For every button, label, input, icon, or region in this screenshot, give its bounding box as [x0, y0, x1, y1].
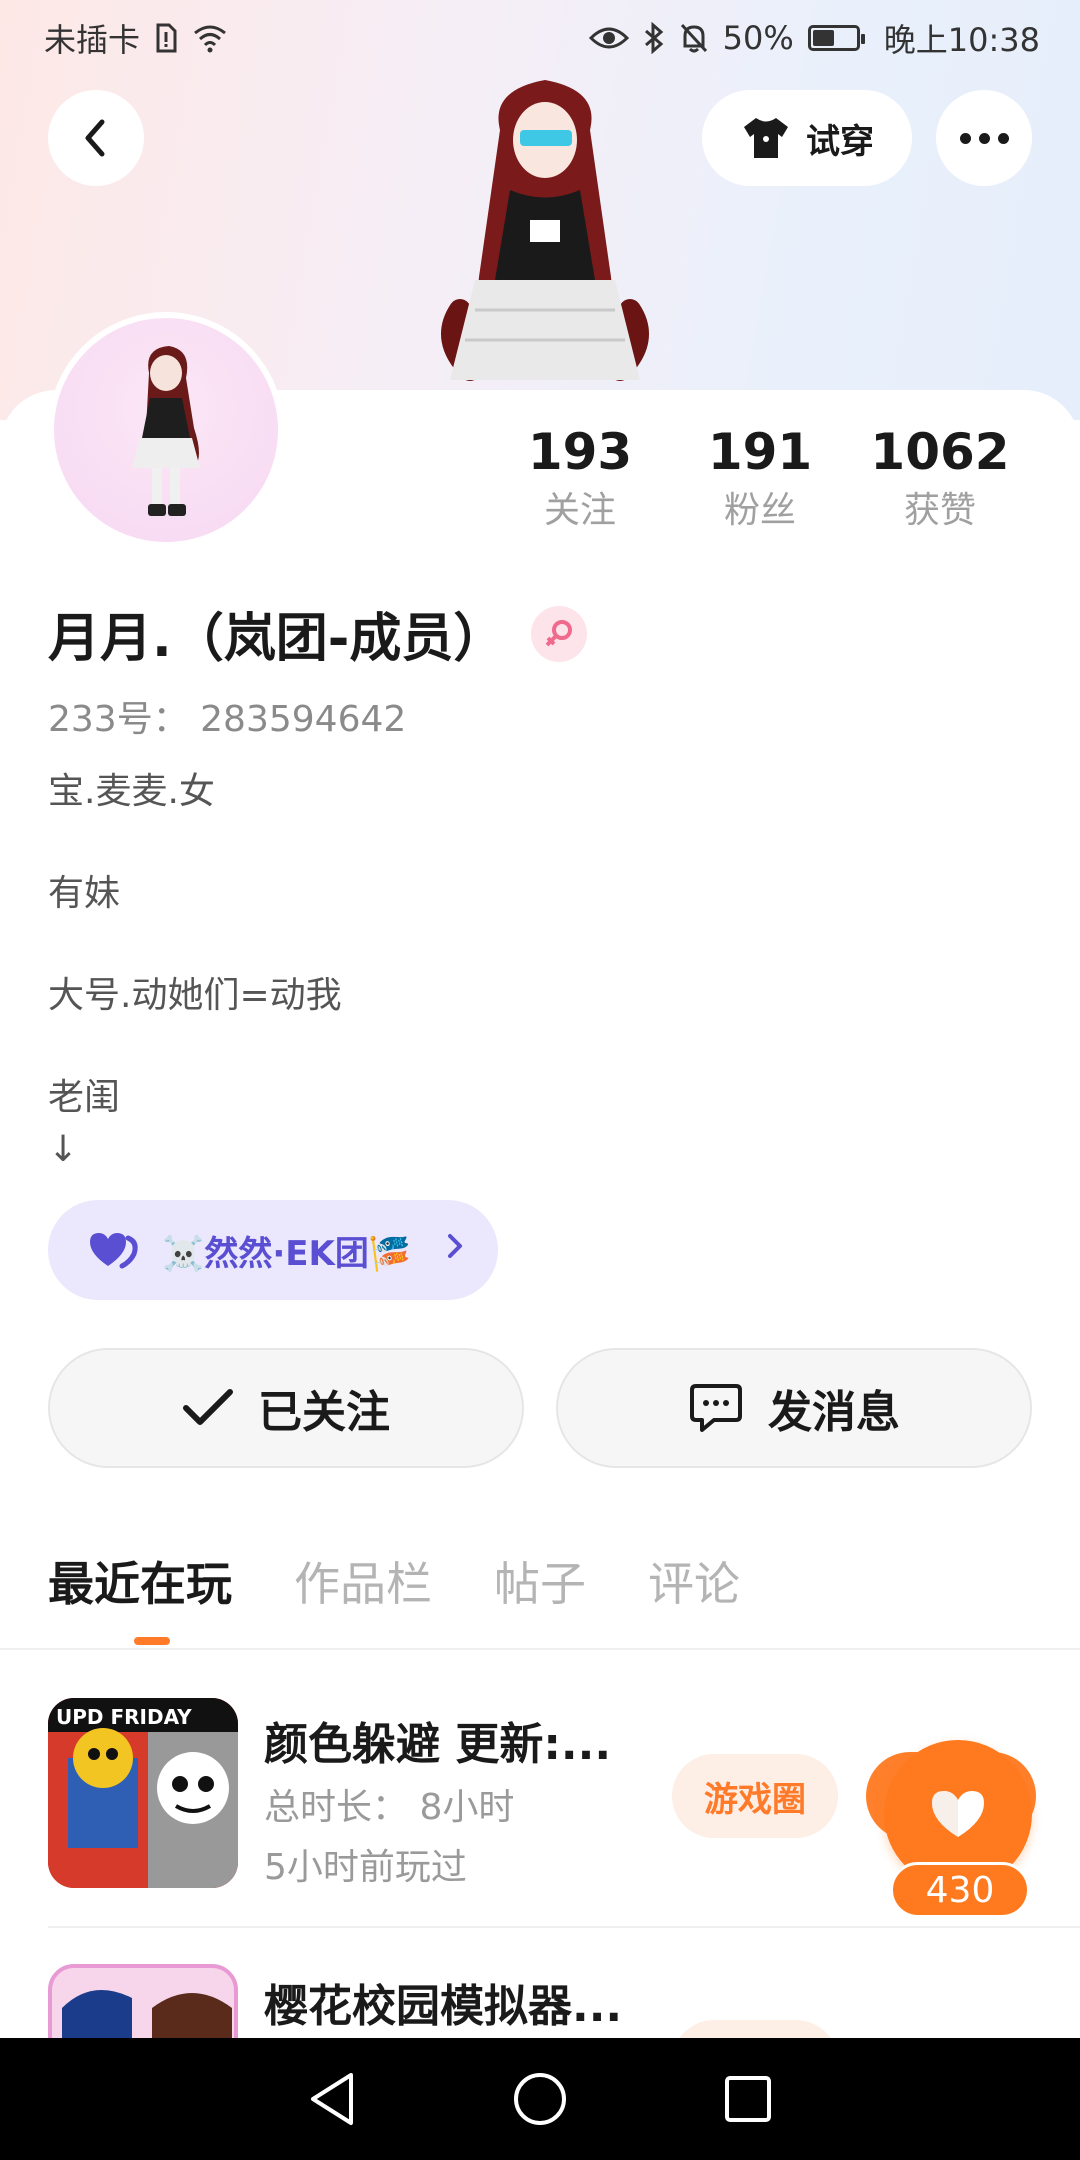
heart-icon	[932, 1791, 984, 1837]
game-thumbnail[interactable]: UPD FRIDAY	[48, 1698, 238, 1888]
try-on-label: 试穿	[806, 121, 874, 162]
nav-back-icon[interactable]	[307, 2071, 357, 2127]
tab-works[interactable]: 作品栏	[294, 1548, 432, 1620]
more-dot-icon	[997, 132, 1009, 144]
tshirt-icon	[744, 118, 788, 158]
battery-icon	[807, 25, 865, 51]
group-badge[interactable]: ☠️然然·EK团🎏	[48, 1200, 498, 1300]
tab-divider	[0, 1648, 1080, 1650]
chevron-left-icon	[85, 119, 105, 157]
list-item[interactable]: 樱花校园模拟器...	[48, 1964, 1080, 2038]
name-row: 月月.（岚团-成员）	[48, 596, 588, 671]
tab-posts[interactable]: 帖子	[494, 1548, 586, 1620]
mute-bell-icon	[679, 22, 709, 54]
likes-count: 1062	[870, 423, 1010, 481]
more-dot-icon	[978, 132, 990, 144]
game-playtime: 总时长： 8小时	[264, 1787, 515, 1828]
bio-line: 老闺	[48, 1077, 121, 1118]
likes-label: 获赞	[903, 490, 976, 531]
followers-label: 粉丝	[723, 490, 796, 531]
message-button-label: 发消息	[768, 1387, 900, 1438]
more-options-button[interactable]	[936, 90, 1032, 186]
bio-line: ↓	[48, 1129, 79, 1170]
group-name: ☠️然然·EK团🎏	[162, 1233, 412, 1274]
profile-stats: 193 关注 191 粉丝 1062 获赞	[480, 420, 1080, 540]
following-label: 关注	[543, 490, 616, 531]
status-bar: 未插卡 50% 晚上10:38	[0, 0, 1080, 76]
heart-icon	[90, 1233, 138, 1269]
message-button[interactable]: 发消息	[556, 1348, 1032, 1468]
clock: 晚上10:38	[883, 21, 1040, 59]
thumb-text: UPD FRIDAY	[56, 1705, 192, 1729]
stat-following[interactable]: 193 关注	[480, 420, 680, 538]
active-tab-indicator	[134, 1637, 170, 1645]
bio-line: 大号.动她们=动我	[48, 975, 342, 1016]
like-count: 430	[890, 1862, 1030, 1918]
wifi-icon	[192, 23, 228, 53]
bio-line: 有妹	[48, 873, 121, 914]
try-on-button[interactable]: 试穿	[702, 90, 912, 186]
avatar[interactable]	[48, 312, 284, 548]
bio: 宝.麦麦.女 有妹 大号.动她们=动我 老闺 ↓	[48, 766, 342, 1176]
game-title[interactable]: 颜色躲避 更新:...	[264, 1708, 611, 1772]
check-icon	[183, 1389, 233, 1425]
sim-icon	[154, 23, 178, 53]
female-icon	[531, 605, 588, 662]
profile-tabs: 最近在玩 作品栏 帖子 评论	[48, 1548, 740, 1620]
tab-comments[interactable]: 评论	[648, 1548, 740, 1620]
game-circle-button[interactable]: 游戏圈	[672, 1754, 838, 1838]
stat-likes[interactable]: 1062 获赞	[840, 420, 1040, 538]
game-circle-button[interactable]	[672, 2020, 838, 2038]
following-button-label: 已关注	[258, 1387, 390, 1438]
following-button[interactable]: 已关注	[48, 1348, 524, 1468]
chevron-right-icon	[445, 1230, 465, 1270]
chat-bubble-icon	[690, 1384, 742, 1432]
bio-line: 宝.麦麦.女	[48, 771, 215, 812]
following-count: 193	[527, 423, 633, 481]
more-dot-icon	[959, 132, 971, 144]
nav-home-icon[interactable]	[512, 2071, 568, 2127]
profile-name: 月月.（岚团-成员）	[48, 609, 506, 669]
carrier-text: 未插卡	[44, 21, 141, 59]
like-widget[interactable]: 430	[864, 1740, 1036, 1920]
game-last-played: 5小时前玩过	[264, 1847, 467, 1888]
system-nav-bar	[0, 2038, 1080, 2160]
game-thumbnail[interactable]	[48, 1964, 238, 2038]
tab-recently-played[interactable]: 最近在玩	[48, 1548, 232, 1620]
eye-icon	[588, 24, 629, 52]
user-id: 233号： 283594642	[48, 699, 407, 740]
character-figure	[380, 70, 710, 390]
game-title[interactable]: 樱花校园模拟器...	[264, 1970, 622, 2034]
bluetooth-icon	[643, 22, 665, 54]
followers-count: 191	[707, 423, 813, 481]
battery-percent: 50%	[722, 19, 794, 57]
back-button[interactable]	[48, 90, 144, 186]
nav-recents-icon[interactable]	[723, 2074, 773, 2124]
stat-followers[interactable]: 191 粉丝	[680, 420, 840, 538]
row-divider	[48, 1926, 1080, 1928]
